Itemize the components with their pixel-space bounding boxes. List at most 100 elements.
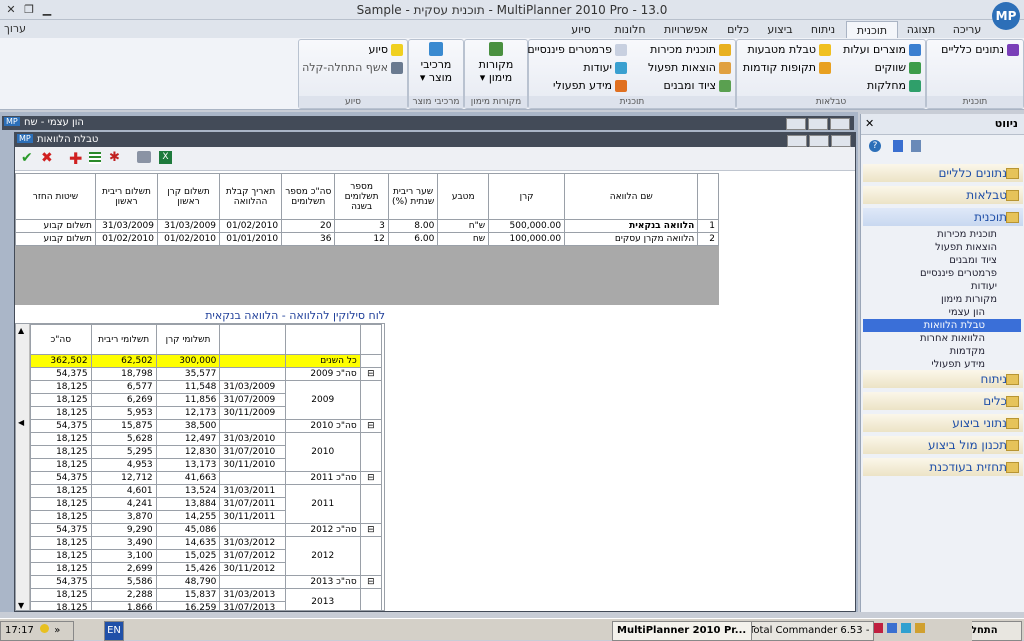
language-indicator[interactable]: EN <box>104 621 124 641</box>
schedule-payment-row[interactable]: 18,125 6,577 11,548 31/03/2009 2009 <box>30 380 383 420</box>
help-button[interactable]: סיוע <box>369 42 403 58</box>
nav-plan-item[interactable]: ציוד ומבנים <box>863 254 1021 267</box>
schedule-payment-row[interactable]: 18,125 3,490 14,635 31/03/2012 2012 <box>30 536 383 576</box>
nav-category-tables[interactable]: טבלאות <box>863 186 1023 204</box>
nav-plan-item[interactable]: הלוואות אחרות <box>863 332 1021 345</box>
collapse-icon[interactable]: ⊟ <box>359 419 383 433</box>
schedule-year-row[interactable]: 54,375 12,712 41,663 סה"כ 2011 ⊟ <box>30 471 383 485</box>
col-loan-name[interactable]: שם הלוואה <box>564 173 699 220</box>
collapse-icon[interactable]: ⊟ <box>359 471 383 485</box>
col-principal-payments[interactable]: תשלומי קרן <box>155 324 221 355</box>
table-row[interactable]: 1 הלוואה בנקאית 500,000.00 ש"ח 8.00 3 20… <box>15 219 719 233</box>
allocations-button[interactable]: יעודות <box>583 60 627 76</box>
col-total-payments[interactable]: סה"כ מספר תשלומים <box>281 173 336 220</box>
products-icon <box>909 44 921 56</box>
schedule-year-row[interactable]: 54,375 9,290 45,086 סה"כ 2012 ⊟ <box>30 523 383 537</box>
schedule-total-row[interactable]: 362,502 62,502 300,000 כל השנים <box>30 354 383 368</box>
cancel-icon[interactable]: ✖ <box>41 150 53 166</box>
title-bar: ✕ ❐ ▁ Sample - תוכנית עסקית - MultiPlann… <box>0 0 1024 30</box>
tab-tools[interactable]: כלים <box>718 21 758 38</box>
loans-window: MP טבלת הלוואות ✔ ✖ ✚ ✱ X שם הלוואה קרן … <box>14 132 856 612</box>
col-rate[interactable]: שער ריבית שנתית (%) <box>387 173 439 220</box>
markets-button[interactable]: שווקים <box>875 60 921 76</box>
col-per-year[interactable]: מספר תשלומים בשנה <box>334 173 389 220</box>
window-controls[interactable] <box>784 118 850 133</box>
collapse-icon[interactable]: ⊟ <box>359 575 383 589</box>
nav-plan-item[interactable]: תוכנית מכירות <box>863 228 1021 241</box>
col-received-date[interactable]: תאריך קבלת ההלוואה <box>219 173 283 220</box>
funding-sources-button[interactable]: מקורות מימון ▾ <box>469 42 523 84</box>
task-multiplanner[interactable]: MultiPlanner 2010 Pr... <box>612 621 752 641</box>
departments-button[interactable]: מחלקות <box>867 78 921 94</box>
delete-row-icon[interactable]: ✱ <box>109 150 120 165</box>
nav-category[interactable]: נתוני ביצוע <box>863 414 1023 432</box>
quick-start-wizard-button[interactable]: אשף התחלה-קלה <box>302 60 403 76</box>
sales-plan-button[interactable]: תוכנית מכירות <box>650 42 731 58</box>
financial-params-button[interactable]: פרמטרים פיננסיים <box>527 42 627 58</box>
schedule-year-row[interactable]: 54,375 5,586 48,790 סה"כ 2013 ⊟ <box>30 575 383 589</box>
product-components-button[interactable]: מרכיבי מוצר ▾ <box>411 42 461 84</box>
currency-table-button[interactable]: טבלת מטבעות <box>747 42 831 58</box>
app-logo[interactable]: MP <box>992 2 1020 30</box>
nav-plan-item[interactable]: יעודות <box>863 280 1021 293</box>
schedule-payment-row[interactable]: 18,125 4,601 13,524 31/03/2011 2011 <box>30 484 383 524</box>
nav-category[interactable]: תכנון מול ביצוע <box>863 436 1023 454</box>
equipment-button[interactable]: ציוד ומבנים <box>664 78 731 94</box>
add-row-icon[interactable]: ✚ <box>69 149 82 168</box>
task-total-commander[interactable]: Total Commander 6.53 - ... <box>744 621 874 641</box>
products-cost-button[interactable]: מוצרים ועלות <box>843 42 921 58</box>
schedule-year-row[interactable]: 54,375 15,875 38,500 סה"כ 2010 ⊟ <box>30 419 383 433</box>
nav-category[interactable]: ניתוח <box>863 370 1023 388</box>
close-panel-icon[interactable]: ✕ <box>865 117 874 130</box>
nav-plan-item[interactable]: טבלת הלוואות <box>863 319 1021 332</box>
col-first-principal[interactable]: תשלום קרן ראשון <box>156 173 221 220</box>
nav-category-general[interactable]: נתונים כלליים <box>863 164 1023 182</box>
help-icon[interactable]: ? <box>869 140 881 152</box>
general-data-button[interactable]: נתונים כלליים <box>941 42 1019 58</box>
shield-icon[interactable] <box>40 624 50 633</box>
nav-category[interactable]: תחזית בעודכנת <box>863 458 1023 476</box>
col-repay-method[interactable]: שיטות החזר <box>15 173 96 220</box>
collapse-icon[interactable]: ⊟ <box>359 367 383 381</box>
schedule-year-row[interactable]: 54,375 18,798 35,577 סה"כ 2009 ⊟ <box>30 367 383 381</box>
tab-plan[interactable]: תוכנית <box>846 21 898 39</box>
col-principal[interactable]: קרן <box>488 173 566 220</box>
nav-plan-item[interactable]: מקדמות <box>863 345 1021 358</box>
nav-category-plan[interactable]: תוכנית <box>863 208 1023 226</box>
tab-edit[interactable]: עריכה <box>946 21 988 38</box>
nav-plan-item[interactable]: הון עצמי <box>863 306 1021 319</box>
list-icon[interactable] <box>89 152 101 164</box>
tab-options[interactable]: אפשרויות <box>656 21 716 38</box>
tab-help[interactable]: סיוע <box>558 21 604 38</box>
excel-icon[interactable]: X <box>159 151 172 164</box>
edit-menu-label[interactable]: ערוך <box>4 22 26 35</box>
operating-expenses-button[interactable]: הוצאות תפעול <box>648 60 731 76</box>
tab-windows[interactable]: חלונות <box>606 21 654 38</box>
nav-category[interactable]: כלים <box>863 392 1023 410</box>
sales-icon <box>719 44 731 56</box>
col-first-interest[interactable]: תשלום ריבית ראשון <box>94 173 158 220</box>
nav-plan-item[interactable]: הוצאות תפעול <box>863 241 1021 254</box>
tab-execution[interactable]: ביצוע <box>760 21 800 38</box>
table-row[interactable]: 2 הלוואה מקרן עסקים 100,000.00 שח 6.00 1… <box>15 232 719 246</box>
expand-tray-icon[interactable]: » <box>54 625 60 636</box>
previous-periods-button[interactable]: תקופות קודמות <box>743 60 831 76</box>
col-total[interactable]: סה"כ <box>30 324 92 355</box>
col-interest-payments[interactable]: תשלומי ריבית <box>90 324 157 355</box>
confirm-icon[interactable]: ✔ <box>21 150 33 166</box>
schedule-scrollbar[interactable]: ▲ ◀ ▼ <box>16 324 30 610</box>
tab-analysis[interactable]: ניתוח <box>802 21 844 38</box>
col-currency[interactable]: מטבע <box>437 173 490 220</box>
schedule-payment-row[interactable]: 18,125 2,288 15,837 31/03/2013 2013 <box>30 588 383 610</box>
tab-view[interactable]: תצוגה <box>898 21 944 38</box>
schedule-payment-row[interactable]: 18,125 5,628 12,497 31/03/2010 2010 <box>30 432 383 472</box>
list-view-icon[interactable] <box>911 140 921 152</box>
nav-plan-item[interactable]: פרמטרים פיננסיים <box>863 267 1021 280</box>
document-icon[interactable] <box>893 140 903 152</box>
start-button[interactable]: התחל <box>966 621 1022 641</box>
collapse-icon[interactable]: ⊟ <box>359 523 383 537</box>
operational-info-button[interactable]: מידע תפעולי <box>553 78 627 94</box>
nav-plan-item[interactable]: מקורות מימון <box>863 293 1021 306</box>
schedule-grid: סה"כ תשלומי ריבית תשלומי קרן 362,502 62,… <box>30 324 383 610</box>
print-icon[interactable] <box>137 151 151 163</box>
